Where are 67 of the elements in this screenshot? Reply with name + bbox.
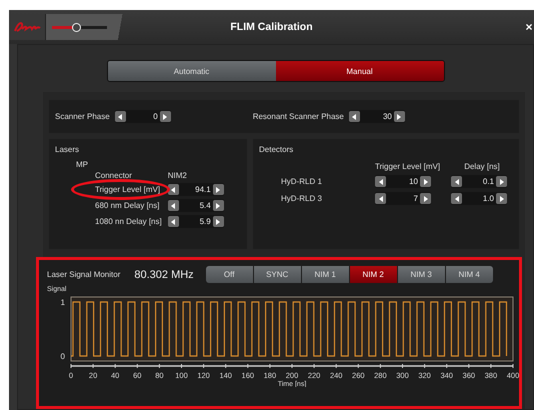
panel-title: Detectors — [259, 145, 294, 154]
increment-button[interactable] — [394, 111, 405, 122]
right-triangle-icon[interactable] — [397, 114, 402, 120]
column-header: Delay [ns] — [463, 162, 501, 171]
field-label: Laser Signal Monitor — [47, 270, 120, 279]
decrement-button[interactable] — [168, 216, 179, 227]
detector-name: HyD-RLD 3 — [281, 194, 323, 203]
right-triangle-icon[interactable] — [500, 178, 504, 184]
decrement-button[interactable] — [375, 176, 386, 187]
left-triangle-icon[interactable] — [454, 196, 458, 202]
left-triangle-icon[interactable] — [171, 202, 176, 208]
right-triangle-icon[interactable] — [424, 178, 428, 184]
right-triangle-icon[interactable] — [500, 196, 504, 202]
laser-name: MP — [76, 160, 89, 169]
field-label: Connector — [95, 171, 133, 180]
decrement-button[interactable] — [168, 200, 179, 211]
mode-tab[interactable]: Automatic — [108, 61, 276, 81]
logo-icon — [13, 21, 41, 33]
left-triangle-icon[interactable] — [171, 218, 176, 224]
field-label: Trigger Level [mV] — [95, 185, 160, 194]
decrement-button[interactable] — [451, 193, 462, 204]
source-tab[interactable]: SYNC — [254, 266, 301, 283]
increment-button[interactable] — [420, 176, 431, 187]
source-tab[interactable]: Off — [206, 266, 253, 283]
right-triangle-icon[interactable] — [424, 196, 428, 202]
field-label: Scanner Phase — [55, 112, 110, 121]
decrement-button[interactable] — [114, 111, 126, 122]
panel-title: Lasers — [55, 145, 80, 154]
tick-label: 0 — [60, 352, 65, 361]
left-triangle-icon[interactable] — [378, 196, 382, 202]
decrement-button[interactable] — [168, 184, 179, 195]
field-label: Resonant Scanner Phase — [252, 112, 344, 121]
connector-value: NIM2 — [168, 171, 188, 180]
increment-button[interactable] — [160, 111, 171, 122]
column-header: Trigger Level [mV] — [375, 162, 437, 171]
increment-button[interactable] — [420, 193, 431, 204]
right-triangle-icon[interactable] — [216, 218, 220, 224]
field-label: 680 nm Delay [ns] — [95, 201, 160, 210]
left-triangle-icon[interactable] — [454, 178, 458, 184]
field-label: 1080 nn Delay [ns] — [95, 217, 162, 226]
left-triangle-icon[interactable] — [171, 186, 176, 192]
left-triangle-icon[interactable] — [118, 114, 122, 120]
right-triangle-icon[interactable] — [216, 186, 220, 192]
left-triangle-icon[interactable] — [352, 114, 356, 120]
right-triangle-icon[interactable] — [216, 202, 220, 208]
increment-button[interactable] — [496, 193, 507, 204]
source-tab[interactable]: NIM 4 — [446, 266, 493, 283]
decrement-button[interactable] — [348, 111, 360, 122]
right-triangle-icon[interactable] — [163, 114, 168, 120]
slider[interactable] — [52, 26, 107, 28]
mode-tab[interactable]: Manual — [276, 61, 444, 81]
frequency-readout: 80.302 MHz — [134, 268, 194, 280]
left-triangle-icon[interactable] — [378, 178, 382, 184]
source-tab[interactable]: NIM 1 — [302, 266, 349, 283]
increment-button[interactable] — [212, 200, 224, 211]
source-tab[interactable]: NIM 2 — [350, 266, 397, 283]
decrement-button[interactable] — [375, 193, 386, 204]
source-tab[interactable]: NIM 3 — [398, 266, 445, 283]
increment-button[interactable] — [496, 176, 507, 187]
window-title: FLIM Calibration — [230, 21, 313, 33]
tick-label: 1 — [60, 298, 65, 307]
detector-name: HyD-RLD 1 — [281, 177, 323, 186]
close-button[interactable]: × — [524, 20, 534, 34]
slider-thumb[interactable] — [72, 22, 81, 32]
decrement-button[interactable] — [451, 176, 462, 187]
increment-button[interactable] — [212, 216, 224, 227]
increment-button[interactable] — [212, 184, 224, 195]
